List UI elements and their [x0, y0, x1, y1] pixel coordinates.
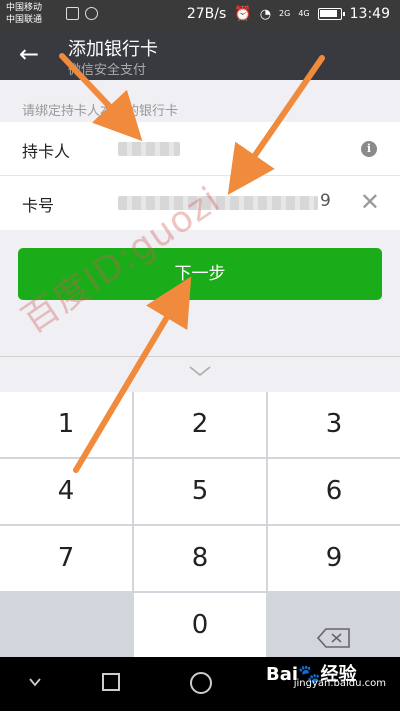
bind-hint: 请绑定持卡人本人的银行卡: [22, 104, 179, 119]
key-0[interactable]: 0: [134, 593, 266, 658]
blank-key: [0, 593, 132, 658]
back-button[interactable]: ←: [14, 39, 44, 69]
backspace-icon[interactable]: [316, 627, 352, 649]
arrow-left-icon: ←: [18, 40, 40, 68]
cardholder-label: 持卡人: [22, 142, 71, 161]
keypad-collapse-bar[interactable]: [0, 356, 400, 392]
key-8[interactable]: 8: [134, 526, 266, 591]
alarm-icon: ⏰: [234, 6, 252, 22]
key-9[interactable]: 9: [268, 526, 400, 591]
nav-back-icon[interactable]: [28, 675, 42, 689]
notification-icons: [66, 7, 98, 20]
carrier-labels: 中国移动 中国联通: [6, 2, 42, 26]
card-number-field[interactable]: [118, 196, 318, 210]
image-icon: [66, 7, 79, 20]
net-4g: 4G: [298, 9, 310, 18]
cardholder-row: 持卡人 i: [0, 122, 400, 176]
clock: 13:49: [349, 6, 390, 22]
page-title: 添加银行卡: [68, 39, 158, 60]
key-6[interactable]: 6: [268, 459, 400, 524]
next-button[interactable]: 下一步: [18, 248, 382, 300]
site-url: jingyan.baidu.com: [293, 678, 386, 689]
cardholder-name-field[interactable]: [118, 142, 180, 156]
card-form: 持卡人 i 卡号 9 ✕: [0, 122, 400, 230]
battery-icon: [317, 8, 345, 20]
card-number-suffix: 9: [320, 191, 331, 211]
cardno-row: 卡号 9 ✕: [0, 176, 400, 230]
status-bar: 中国移动 中国联通 27B/s ⏰ ◔ 2G 4G 13:49: [0, 0, 400, 30]
wifi-icon: ◔: [259, 6, 272, 22]
network-speed: 27B/s: [186, 6, 227, 22]
key-1[interactable]: 1: [0, 392, 132, 457]
carrier-1: 中国移动: [6, 3, 43, 13]
chevron-down-icon: [189, 366, 211, 376]
info-icon[interactable]: i: [361, 141, 377, 157]
key-3[interactable]: 3: [268, 392, 400, 457]
status-right: 27B/s ⏰ ◔ 2G 4G 13:49: [187, 6, 390, 22]
key-2[interactable]: 2: [134, 392, 266, 457]
net-2g: 2G: [279, 9, 291, 18]
cardno-label: 卡号: [22, 196, 55, 215]
clear-icon[interactable]: ✕: [360, 188, 380, 216]
home-icon[interactable]: [190, 672, 212, 694]
recent-apps-icon[interactable]: [102, 673, 120, 691]
page-subtitle: 微信安全支付: [68, 63, 147, 78]
app-header: ← 添加银行卡 微信安全支付: [0, 30, 400, 80]
key-5[interactable]: 5: [134, 459, 266, 524]
carrier-2: 中国联通: [6, 15, 43, 25]
android-icon: [85, 7, 98, 20]
key-4[interactable]: 4: [0, 459, 132, 524]
key-7[interactable]: 7: [0, 526, 132, 591]
